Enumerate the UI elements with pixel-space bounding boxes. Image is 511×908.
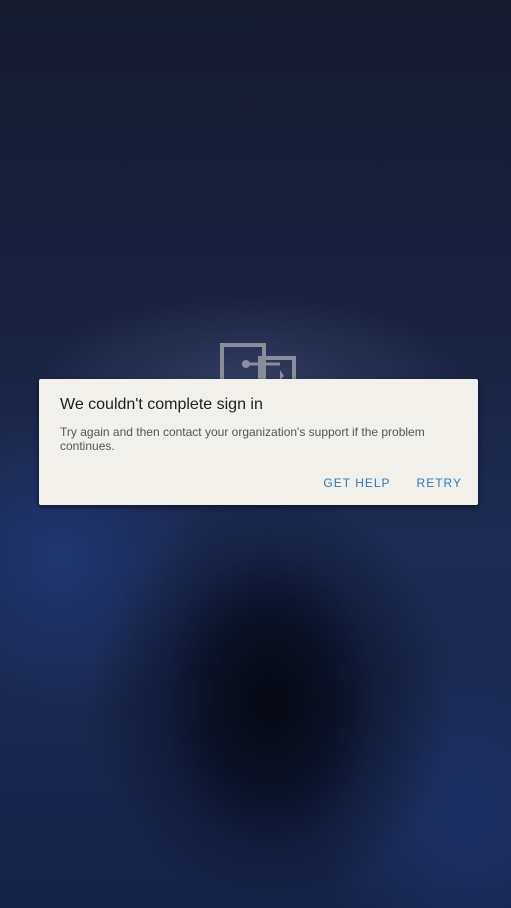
sign-in-error-dialog: We couldn't complete sign in Try again a… — [39, 379, 478, 505]
retry-button[interactable]: RETRY — [417, 476, 462, 490]
dialog-actions: GET HELP RETRY — [323, 476, 462, 490]
screen-reflection — [120, 500, 420, 908]
dialog-title: We couldn't complete sign in — [60, 396, 263, 413]
dialog-message: Try again and then contact your organiza… — [60, 425, 425, 453]
device-screen: We couldn't complete sign in Try again a… — [0, 0, 511, 908]
get-help-button[interactable]: GET HELP — [323, 476, 390, 490]
